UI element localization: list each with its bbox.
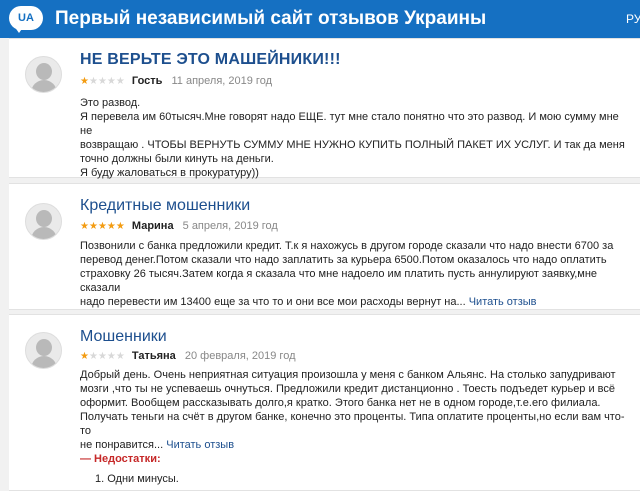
review-line: Позвонили с банка предложили кредит. Т.к… [80,240,614,252]
review-card: Кредитные мошенники ★★★★★ Марина 5 апрел… [9,183,640,310]
review-author: Татьяна [131,350,176,362]
star-empty-icon: ★ [115,76,125,87]
rating-stars-icon: ★★★★★ [80,351,125,362]
review-text: Добрый день. Очень неприятная ситуация п… [80,368,632,452]
star-filled-icon: ★ [88,221,98,232]
review-line: надо перевести им 13400 еще за что то и … [80,295,632,309]
review-line: Добрый день. Очень неприятная ситуация п… [80,369,616,381]
star-empty-icon: ★ [115,351,125,362]
star-empty-icon: ★ [97,351,107,362]
review-card: Мошенники ★★★★★ Татьяна 20 февраля, 2019… [9,314,640,491]
review-line: страховку 26 тысяч.Затем когда я сказала… [80,268,598,294]
review-meta: ★★★★★ Гость 11 апреля, 2019 год [80,75,272,87]
review-line-text: надо перевести им 13400 еще за что то и … [80,296,466,308]
cons-item: 1. Одни минусы. [95,473,179,485]
avatar-body-icon [31,356,57,368]
site-title[interactable]: Первый независимый сайт отзывов Украины [55,8,486,30]
review-line: не понравится... Читать отзыв [80,438,632,452]
review-line: Я буду жаловаться в прокуратуру)) [80,167,259,179]
review-date: 11 апреля, 2019 год [171,75,273,87]
review-line: оформит. Вообщем рассказывать долго,я кр… [80,397,601,409]
avatar [25,332,62,369]
review-date: 20 февраля, 2019 год [184,350,296,362]
review-line: возвращаю . ЧТОБЫ ВЕРНУТЬ СУММУ МНЕ НУЖН… [80,139,625,151]
rating-stars-icon: ★★★★★ [80,221,125,232]
star-filled-icon: ★ [115,221,125,232]
review-line: Получать теньги на счёт в другом банке, … [80,411,625,437]
logo-speech-tail [14,26,24,33]
cons-label: — Недостатки: [80,453,161,465]
star-filled-icon: ★ [80,221,89,232]
star-filled-icon: ★ [106,221,116,232]
star-empty-icon: ★ [88,76,98,87]
avatar-head-icon [36,339,52,356]
star-empty-icon: ★ [88,351,98,362]
avatar [25,56,62,93]
review-meta: ★★★★★ Татьяна 20 февраля, 2019 год [80,350,296,362]
language-switch[interactable]: РУ [626,12,640,26]
star-empty-icon: ★ [106,76,116,87]
avatar-head-icon [36,210,52,227]
review-card: НЕ ВЕРЬТЕ ЭТО МАШЕЙНИКИ!!! ★★★★★ Гость 1… [9,38,640,180]
review-line: Я перевела им 60тысяч.Мне говорят надо Е… [80,111,619,137]
review-line: Это развод. [80,97,141,109]
review-meta: ★★★★★ Марина 5 апреля, 2019 год [80,220,278,232]
review-text: Позвонили с банка предложили кредит. Т.к… [80,239,632,309]
read-review-link[interactable]: Читать отзыв [469,296,537,308]
review-text: Это развод. Я перевела им 60тысяч.Мне го… [80,96,632,180]
review-line: точно должны были кинуть на деньги. [80,153,274,165]
site-header: UA Первый независимый сайт отзывов Украи… [0,0,640,38]
star-filled-icon: ★ [80,76,89,87]
rating-stars-icon: ★★★★★ [80,76,125,87]
review-title[interactable]: НЕ ВЕРЬТЕ ЭТО МАШЕЙНИКИ!!! [80,51,341,69]
review-line: мозги ,что ты не успеваешь очнуться. Пре… [80,383,616,395]
read-review-link[interactable]: Читать отзыв [166,439,234,451]
review-date: 5 апреля, 2019 год [182,220,278,232]
avatar [25,203,62,240]
review-title[interactable]: Мошенники [80,328,167,346]
review-line-text: не понравится... [80,439,164,451]
avatar-body-icon [31,227,57,239]
star-empty-icon: ★ [97,76,107,87]
review-author: Марина [131,220,174,232]
review-line: перевод денег.Потом сказали что надо зап… [80,254,607,266]
star-filled-icon: ★ [97,221,107,232]
avatar-head-icon [36,63,52,80]
review-title[interactable]: Кредитные мошенники [80,197,250,215]
review-author: Гость [131,75,163,87]
star-filled-icon: ★ [80,351,89,362]
avatar-body-icon [31,80,57,92]
star-empty-icon: ★ [106,351,116,362]
